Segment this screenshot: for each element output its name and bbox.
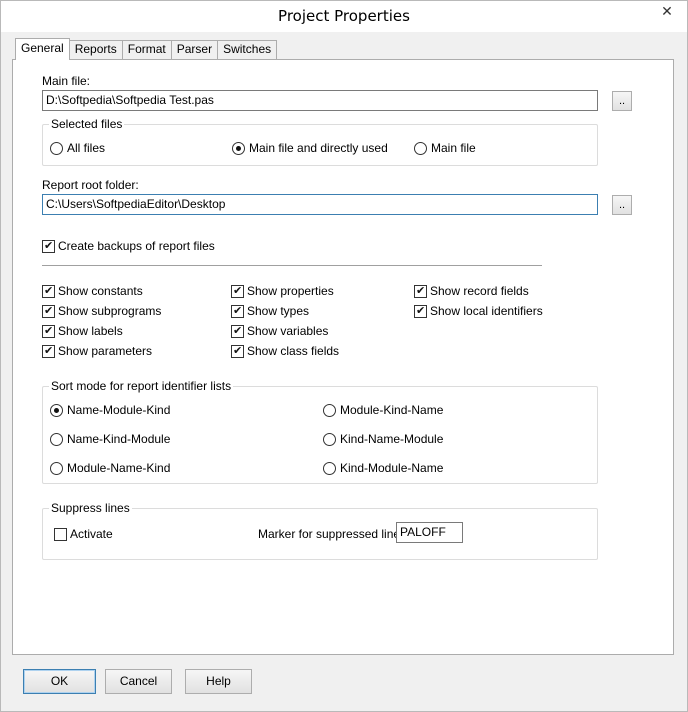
show-constants-checkbox[interactable]: Show constants bbox=[42, 284, 143, 298]
selected-files-title: Selected files bbox=[49, 117, 125, 131]
separator-line bbox=[42, 265, 542, 266]
tab-reports[interactable]: Reports bbox=[68, 40, 123, 59]
show-labels-checkbox[interactable]: Show labels bbox=[42, 324, 123, 338]
show-class-fields-checkbox[interactable]: Show class fields bbox=[231, 344, 339, 358]
tab-parser[interactable]: Parser bbox=[170, 40, 219, 59]
show-subprograms-checkbox[interactable]: Show subprograms bbox=[42, 304, 161, 318]
radio-module-name-kind[interactable]: Module-Name-Kind bbox=[50, 461, 170, 475]
project-properties-window: Project Properties ✕ General Reports For… bbox=[0, 0, 688, 712]
radio-indicator bbox=[232, 141, 245, 155]
main-file-label: Main file: bbox=[42, 74, 91, 88]
radio-indicator bbox=[414, 141, 427, 155]
suppress-lines-title: Suppress lines bbox=[49, 501, 132, 515]
show-record-fields-checkbox[interactable]: Show record fields bbox=[414, 284, 529, 298]
show-parameters-checkbox[interactable]: Show parameters bbox=[42, 344, 152, 358]
ok-button[interactable]: OK bbox=[23, 669, 96, 694]
radio-name-module-kind[interactable]: Name-Module-Kind bbox=[50, 403, 170, 417]
tab-format[interactable]: Format bbox=[121, 40, 172, 59]
create-backups-checkbox[interactable]: Create backups of report files bbox=[42, 239, 215, 253]
selected-files-group: Selected files All files Main file and d… bbox=[42, 117, 598, 166]
suppress-lines-group: Suppress lines Activate Marker for suppr… bbox=[42, 501, 598, 560]
radio-name-kind-module[interactable]: Name-Kind-Module bbox=[50, 432, 170, 446]
general-tab-panel: Main file: D:\Softpedia\Softpedia Test.p… bbox=[12, 59, 674, 655]
radio-main-file-directly-used[interactable]: Main file and directly used bbox=[232, 141, 388, 155]
radio-kind-name-module[interactable]: Kind-Name-Module bbox=[323, 432, 443, 446]
radio-module-kind-name[interactable]: Module-Kind-Name bbox=[323, 403, 443, 417]
checkbox-indicator bbox=[42, 239, 55, 253]
show-local-identifiers-checkbox[interactable]: Show local identifiers bbox=[414, 304, 543, 318]
window-title: Project Properties bbox=[278, 7, 410, 25]
close-icon[interactable]: ✕ bbox=[653, 1, 681, 22]
main-file-input[interactable]: D:\Softpedia\Softpedia Test.pas bbox=[42, 90, 598, 111]
show-variables-checkbox[interactable]: Show variables bbox=[231, 324, 328, 338]
show-properties-checkbox[interactable]: Show properties bbox=[231, 284, 334, 298]
tab-strip: General Reports Format Parser Switches bbox=[15, 38, 278, 60]
main-file-browse-button[interactable]: .. bbox=[612, 91, 632, 111]
sort-mode-group: Sort mode for report identifier lists Na… bbox=[42, 379, 598, 484]
marker-input[interactable]: PALOFF bbox=[396, 522, 463, 543]
report-root-label: Report root folder: bbox=[42, 178, 139, 192]
tab-general[interactable]: General bbox=[15, 38, 70, 60]
report-root-input[interactable]: C:\Users\SoftpediaEditor\Desktop bbox=[42, 194, 598, 215]
help-button[interactable]: Help bbox=[185, 669, 252, 694]
cancel-button[interactable]: Cancel bbox=[105, 669, 172, 694]
show-types-checkbox[interactable]: Show types bbox=[231, 304, 309, 318]
radio-kind-module-name[interactable]: Kind-Module-Name bbox=[323, 461, 443, 475]
tab-switches[interactable]: Switches bbox=[217, 40, 278, 59]
title-bar: Project Properties ✕ bbox=[1, 1, 687, 32]
marker-label: Marker for suppressed lines: bbox=[258, 527, 410, 541]
radio-main-file[interactable]: Main file bbox=[414, 141, 476, 155]
activate-checkbox[interactable]: Activate bbox=[54, 527, 113, 541]
radio-indicator bbox=[50, 141, 63, 155]
sort-mode-title: Sort mode for report identifier lists bbox=[49, 379, 234, 393]
report-root-browse-button[interactable]: .. bbox=[612, 195, 632, 215]
radio-all-files[interactable]: All files bbox=[50, 141, 105, 155]
